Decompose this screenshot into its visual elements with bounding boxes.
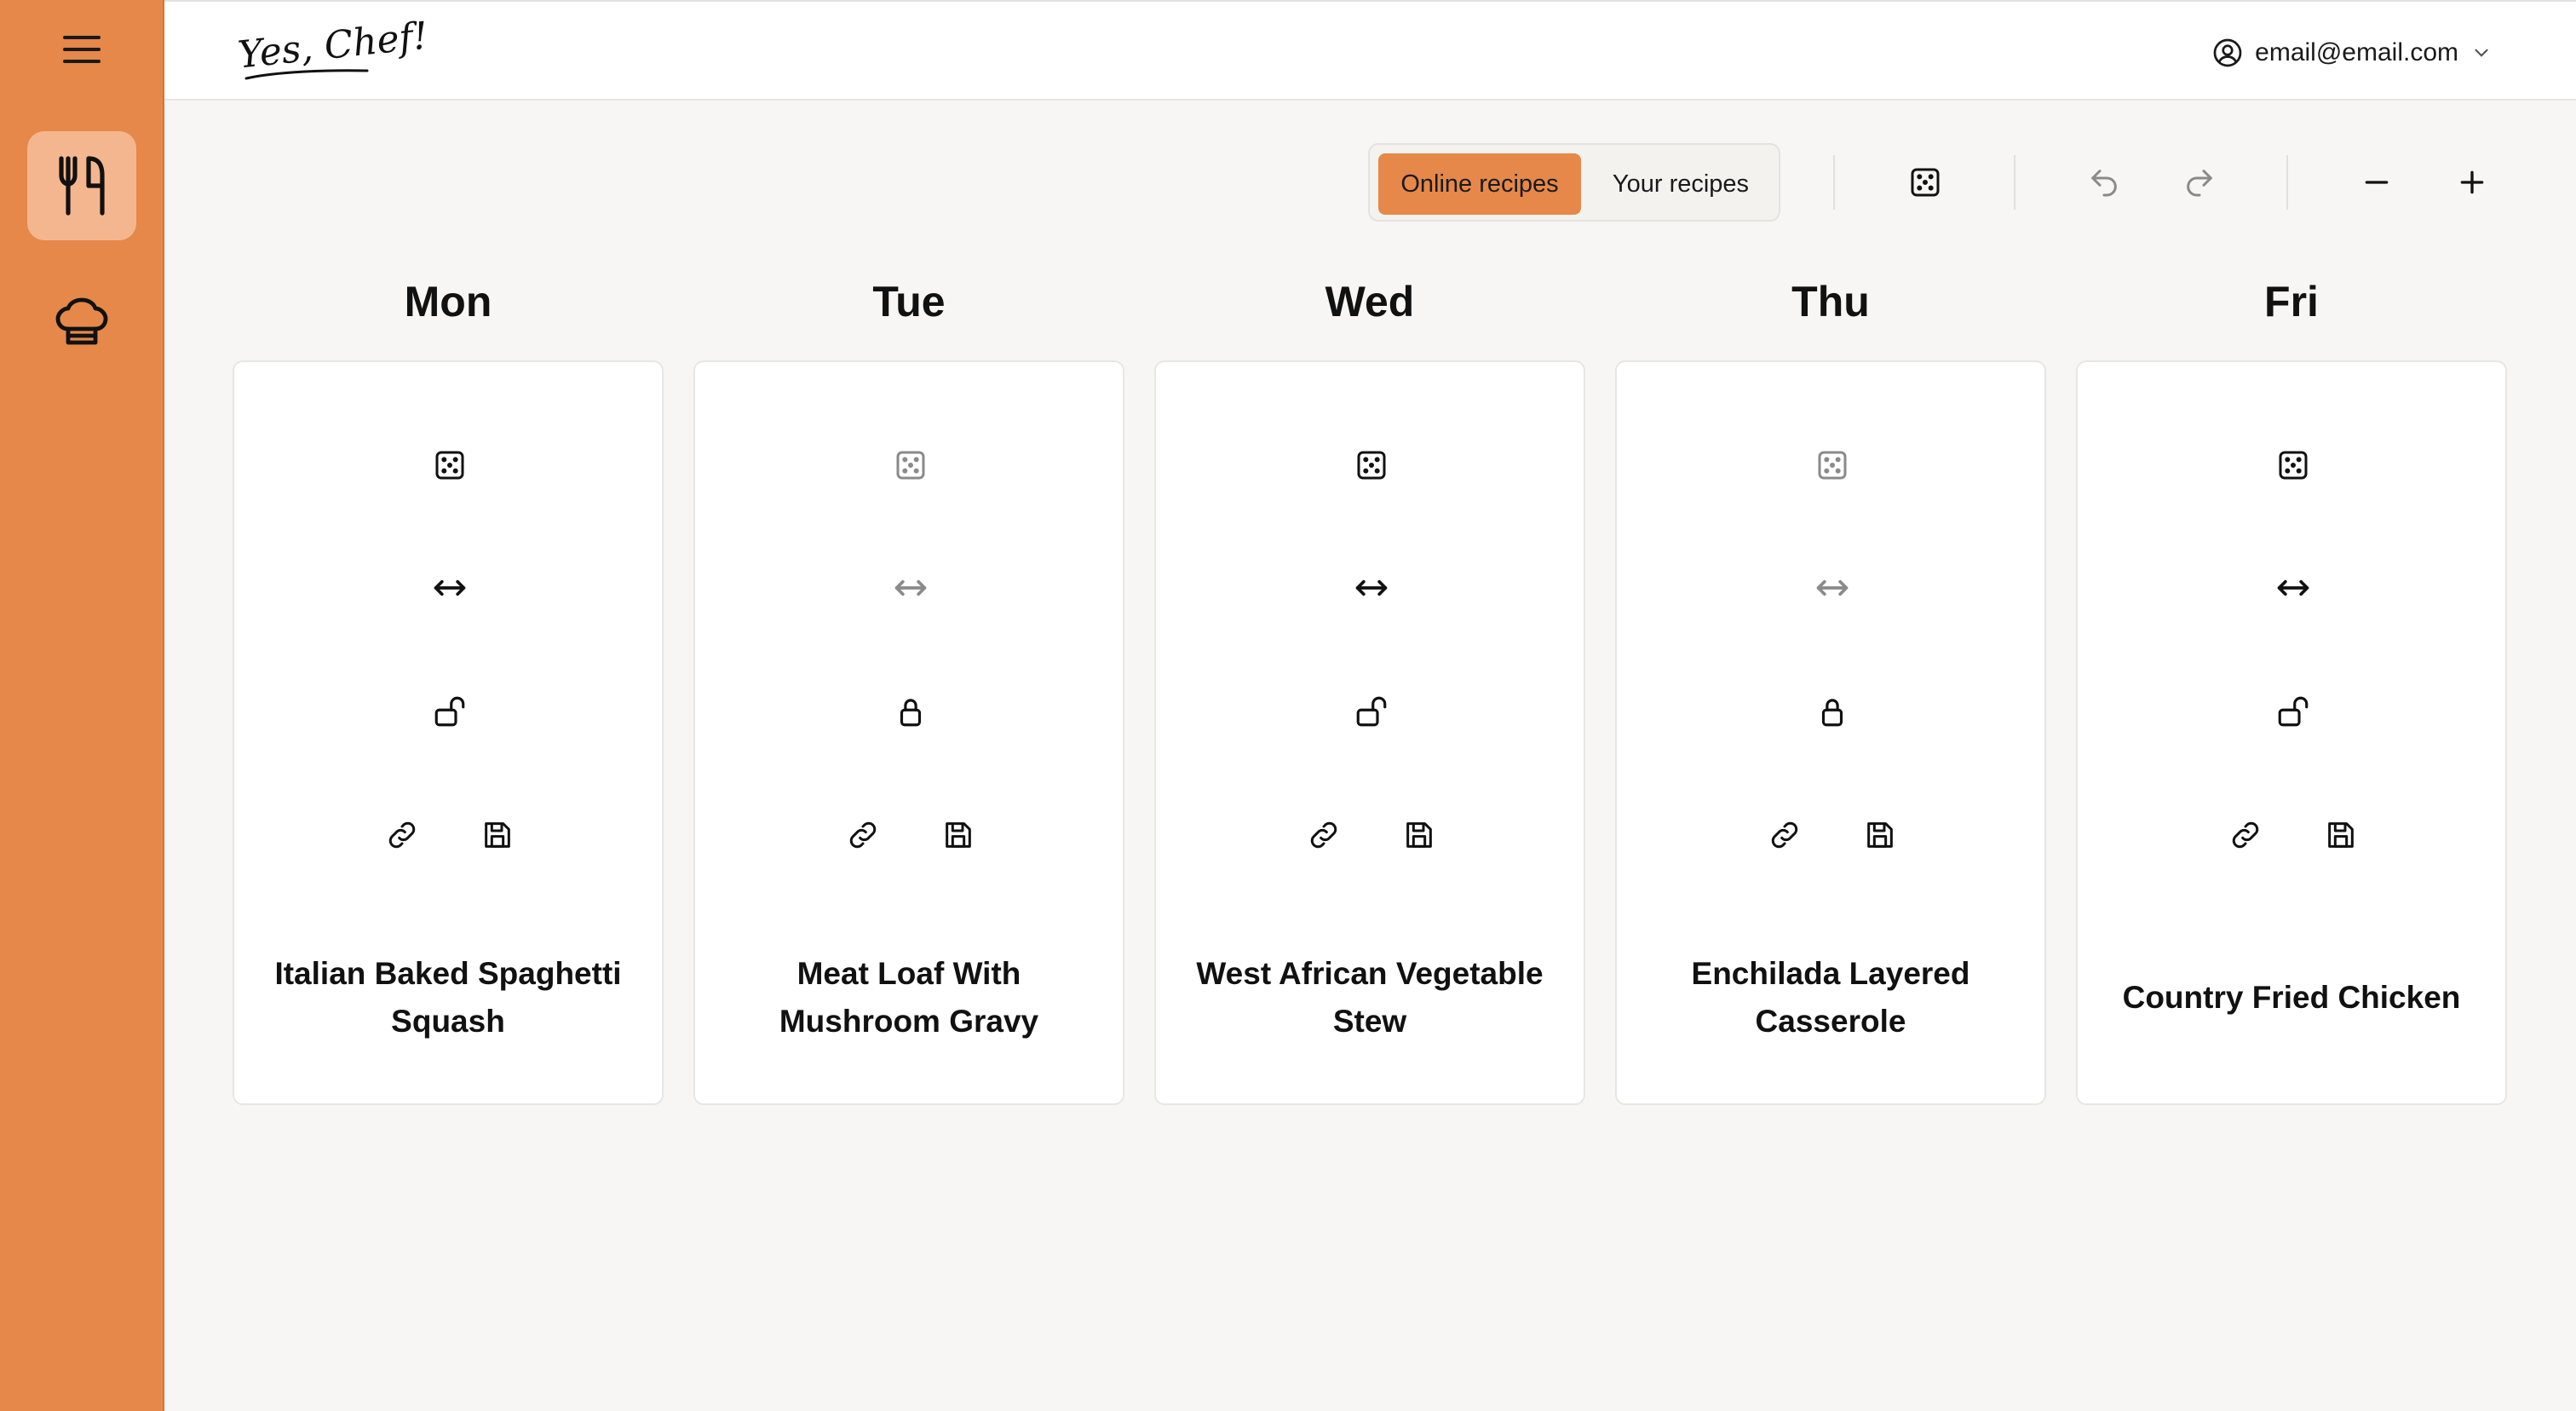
- day-header: Wed: [1325, 278, 1415, 325]
- undo-icon[interactable]: [2082, 160, 2126, 204]
- sidebar-item-meal-planner[interactable]: [27, 131, 136, 240]
- unlock-icon[interactable]: [429, 691, 470, 732]
- swap-arrows-icon[interactable]: [1351, 567, 1392, 608]
- dice-icon[interactable]: [890, 445, 931, 486]
- divider: [2014, 155, 2015, 210]
- day-header: Thu: [1791, 278, 1870, 325]
- divider: [2286, 155, 2288, 210]
- recipe-card: Enchilada Layered Casserole: [1615, 360, 2046, 1105]
- link-icon[interactable]: [2225, 815, 2266, 855]
- top-bar: Yes, Chef! email@email.com: [164, 0, 2576, 101]
- hamburger-menu-icon[interactable]: [56, 31, 107, 68]
- recipe-title[interactable]: Italian Baked Spaghetti Squash: [251, 947, 645, 1049]
- recipe-card: West African Vegetable Stew: [1154, 360, 1585, 1105]
- logo-underline: [244, 69, 369, 80]
- dice-icon[interactable]: [1812, 445, 1853, 486]
- recipe-card: Italian Baked Spaghetti Squash: [233, 360, 664, 1105]
- day-header: Fri: [2264, 278, 2319, 325]
- sidebar-item-recipes[interactable]: [27, 268, 136, 377]
- fork-knife-icon: [59, 156, 105, 216]
- minus-icon[interactable]: [2355, 160, 2399, 204]
- swap-arrows-icon[interactable]: [890, 567, 931, 608]
- sidebar: [0, 0, 164, 1411]
- recipe-card: Country Fried Chicken: [2076, 360, 2507, 1105]
- user-menu[interactable]: email@email.com: [2212, 34, 2493, 72]
- recipe-title[interactable]: Enchilada Layered Casserole: [1634, 947, 2027, 1049]
- divider: [1833, 155, 1835, 210]
- toolbar: Online recipes Your recipes: [1368, 143, 2501, 222]
- dice-icon[interactable]: [1903, 160, 1947, 204]
- recipe-card: Meat Loaf With Mushroom Gravy: [693, 360, 1124, 1105]
- lock-icon[interactable]: [890, 691, 931, 732]
- swap-arrows-icon[interactable]: [2273, 567, 2314, 608]
- plus-icon[interactable]: [2450, 160, 2494, 204]
- link-icon[interactable]: [382, 815, 423, 855]
- save-icon[interactable]: [938, 815, 979, 855]
- recipe-title[interactable]: West African Vegetable Stew: [1173, 947, 1567, 1049]
- swap-arrows-icon[interactable]: [429, 567, 470, 608]
- save-icon[interactable]: [2320, 815, 2361, 855]
- link-icon[interactable]: [842, 815, 883, 855]
- save-icon[interactable]: [477, 815, 518, 855]
- day-header: Mon: [404, 278, 492, 325]
- save-icon[interactable]: [1399, 815, 1440, 855]
- dice-icon[interactable]: [429, 445, 470, 486]
- recipe-title[interactable]: Country Fried Chicken: [2095, 947, 2488, 1049]
- dice-icon[interactable]: [1351, 445, 1392, 486]
- recipe-title[interactable]: Meat Loaf With Mushroom Gravy: [712, 947, 1106, 1049]
- unlock-icon[interactable]: [1351, 691, 1392, 732]
- lock-icon[interactable]: [1812, 691, 1853, 732]
- link-icon[interactable]: [1303, 815, 1344, 855]
- redo-icon[interactable]: [2177, 160, 2222, 204]
- unlock-icon[interactable]: [2273, 691, 2314, 732]
- your-recipes-tab[interactable]: Your recipes: [1590, 153, 1772, 215]
- swap-arrows-icon[interactable]: [1812, 567, 1853, 608]
- chevron-down-icon: [2475, 49, 2488, 57]
- chef-hat-icon: [55, 297, 108, 345]
- user-circle-icon: [2213, 38, 2242, 67]
- user-email: email@email.com: [2255, 38, 2458, 66]
- recipe-source-toggle: Online recipes Your recipes: [1368, 143, 1780, 222]
- day-header: Tue: [872, 278, 946, 325]
- save-icon[interactable]: [1860, 815, 1900, 855]
- dice-icon[interactable]: [2273, 445, 2314, 486]
- online-recipes-tab[interactable]: Online recipes: [1378, 153, 1581, 215]
- link-icon[interactable]: [1764, 815, 1805, 855]
